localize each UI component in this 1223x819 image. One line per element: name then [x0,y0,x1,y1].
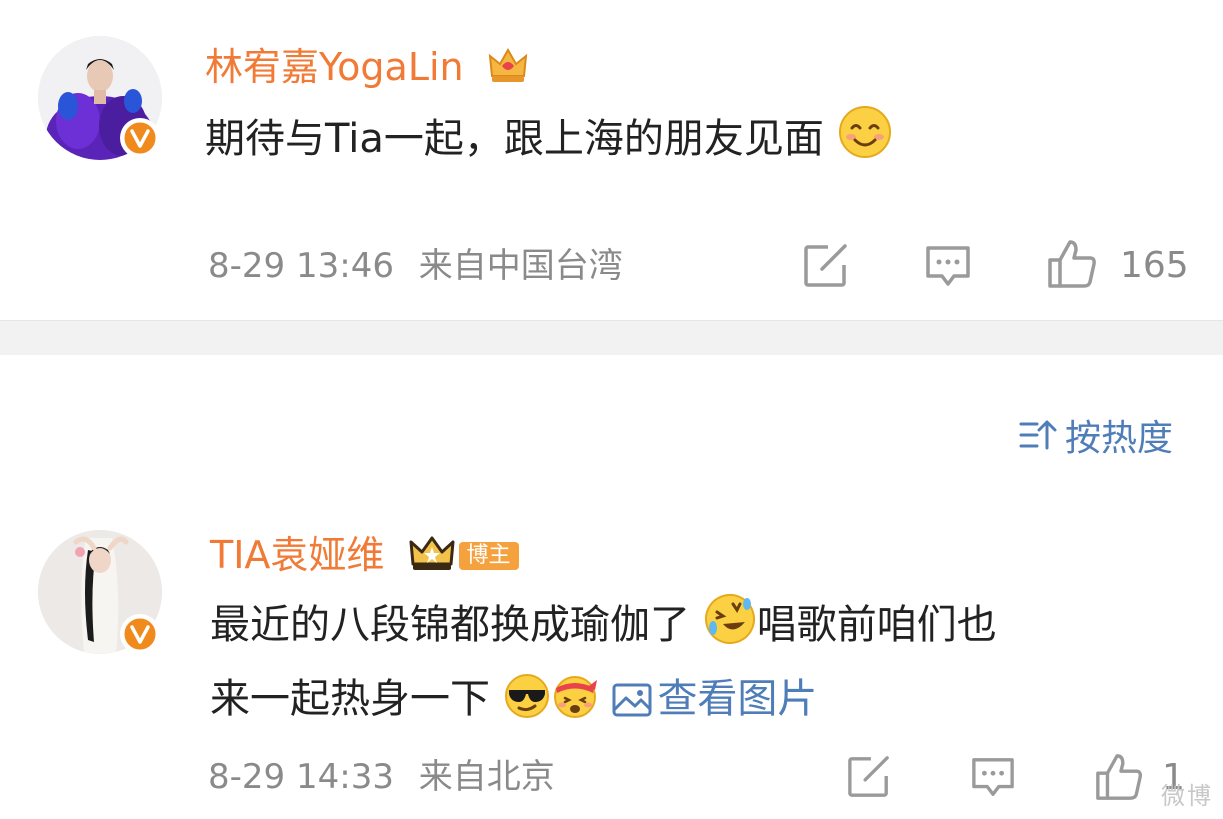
like-count: 165 [1120,245,1189,286]
comment-feed: 林宥嘉YogaLin 期待与Tia一起，跟上海的朋友见面 8-29 13:46 … [0,0,1223,819]
crown-icon [407,534,457,580]
comment-location: 来自北京 [418,757,555,797]
comment-meta: 8-29 13:46 来自中国台湾 [208,249,623,283]
comment-meta: 8-29 14:33 来自北京 [208,760,555,794]
sort-label[interactable]: 按热度 [1065,420,1173,457]
comment-text-line: 来一起热身一下 [210,676,490,722]
repost-icon[interactable] [802,243,850,289]
blogger-badge: 博主 [458,542,519,570]
comment-location: 来自中国台湾 [418,246,623,286]
view-image-link[interactable]: 查看图片 [611,676,817,722]
watermark: 微博 [1161,782,1213,810]
comment-text: 最近的八段锦都换成瑜伽了 唱歌前咱们也 来一起热身一下 查看图片 [210,592,997,740]
headband-emoji-icon [551,672,599,740]
comment-icon[interactable] [924,244,972,290]
image-icon [612,683,652,717]
smile-emoji-icon [837,104,893,180]
comment-text: 期待与Tia一起，跟上海的朋友见面 [205,104,893,180]
crown-icon [486,46,530,92]
view-image-label[interactable]: 查看图片 [657,676,817,722]
sort-button[interactable]: 按热度 [1019,418,1173,459]
like-icon[interactable] [1094,752,1144,802]
comment-text-line: 最近的八段锦都换成瑜伽了 [210,602,690,648]
username-text[interactable]: TIA袁娅维 [210,533,384,577]
verified-badge-icon [120,118,160,158]
repost-icon[interactable] [846,755,892,799]
username[interactable]: TIA袁娅维 博主 [210,534,519,580]
section-divider [0,320,1223,355]
comment-text-row: 来一起热身一下 查看图片 [210,666,997,740]
verified-badge-icon [120,614,160,654]
comment-text-line: 期待与Tia一起，跟上海的朋友见面 [205,116,824,162]
username[interactable]: 林宥嘉YogaLin [205,46,530,92]
comment-icon[interactable] [970,756,1016,800]
username-text[interactable]: 林宥嘉YogaLin [205,45,464,89]
like-icon[interactable] [1046,238,1098,290]
rofl-emoji-icon [703,592,757,666]
sort-icon [1019,418,1057,459]
comment-time: 8-29 13:46 [208,246,394,286]
comment-text-line: 唱歌前咱们也 [756,602,997,648]
comment-text-row: 最近的八段锦都换成瑜伽了 唱歌前咱们也 [210,592,997,666]
sunglasses-emoji-icon [503,672,551,740]
comment-time: 8-29 14:33 [208,757,394,797]
